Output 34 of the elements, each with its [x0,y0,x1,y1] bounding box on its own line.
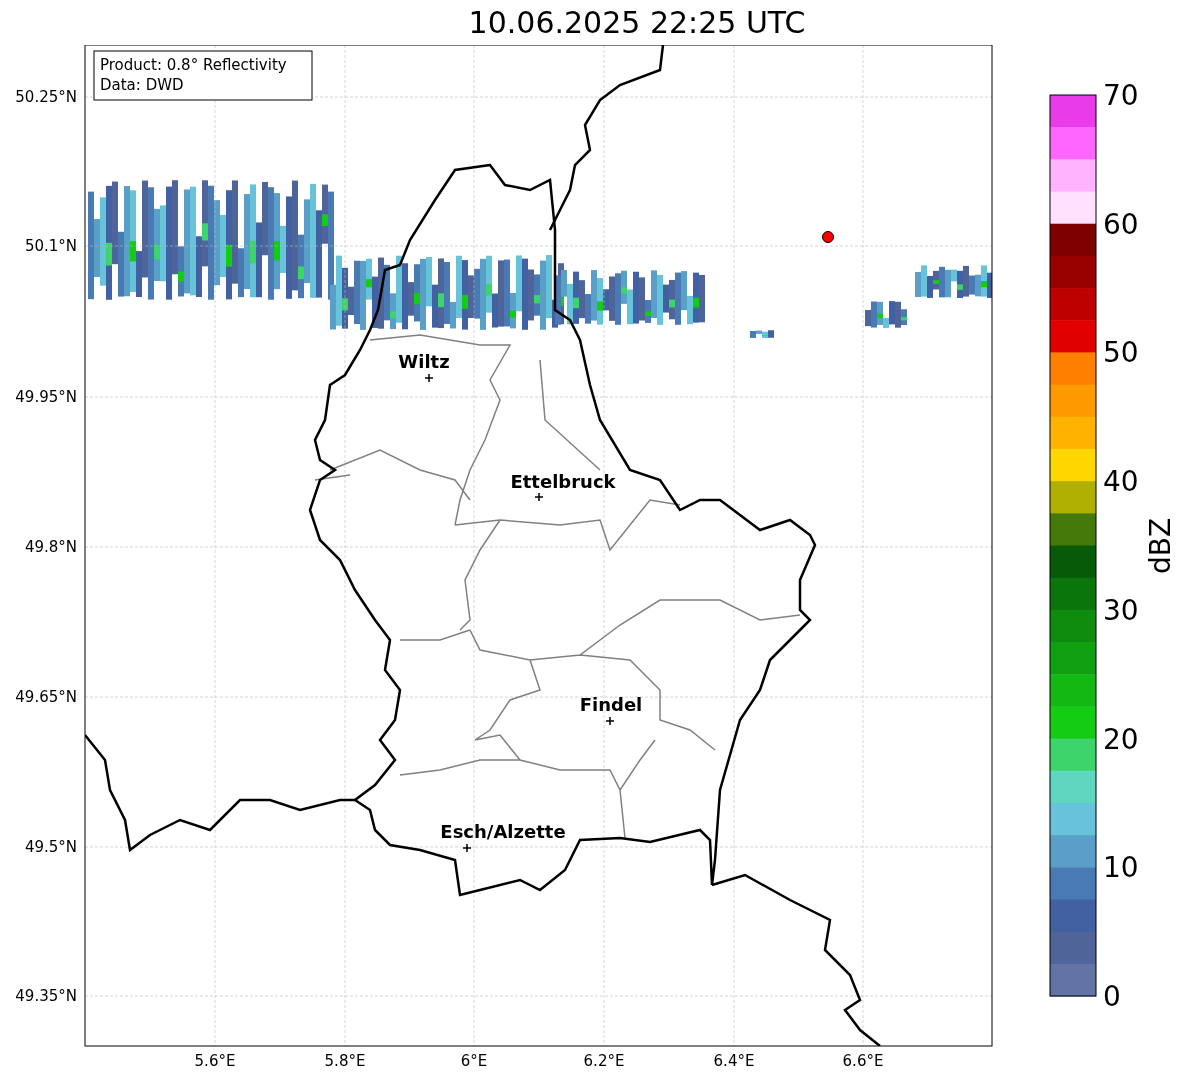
latitude-label: 50.25°N [15,88,77,106]
city-label: Ettelbruck [510,471,616,492]
longitude-label: 6.6°E [842,1052,884,1070]
colorbar-tick-label: 70 [1103,79,1139,112]
colorbar-label: dBZ [1144,517,1177,575]
longitude-label: 6.2°E [583,1052,625,1070]
colorbar-tick-label: 10 [1103,851,1139,885]
colorbar-tick-label: 0 [1103,980,1121,1013]
longitude-label: 5.8°E [324,1052,366,1070]
radar-site-marker [822,231,834,243]
latitude-label: 49.35°N [15,987,77,1005]
latitude-label: 49.8°N [24,538,77,556]
latitude-label: 50.1°N [24,237,77,255]
info-text: Product: 0.8° Reflectivity [100,56,287,74]
info-text: Data: DWD [100,76,184,94]
city-marker-icon [534,492,544,502]
chart-title: 10.06.2025 22:25 UTC [467,4,806,42]
latitude-label: 49.5°N [24,838,77,856]
latitude-label: 49.95°N [15,388,77,406]
city-label: Findel [579,694,643,715]
colorbar-tick-label: 50 [1103,336,1139,370]
city-label: Esch/Alzette [440,821,566,842]
latitude-label: 49.65°N [15,688,77,706]
colorbar-tick-label: 60 [1103,207,1139,241]
colorbar-tick-label: 20 [1103,722,1139,756]
longitude-label: 6.4°E [713,1052,755,1070]
colorbar-tick-label: 40 [1103,465,1139,499]
city-marker-icon [424,373,434,383]
longitude-label: 5.6°E [194,1052,236,1070]
city-marker-icon [462,843,472,853]
city-label: Wiltz [398,351,450,372]
colorbar-tick-label: 30 [1103,593,1139,627]
city-marker-icon [605,716,615,726]
longitude-label: 6°E [460,1052,488,1070]
